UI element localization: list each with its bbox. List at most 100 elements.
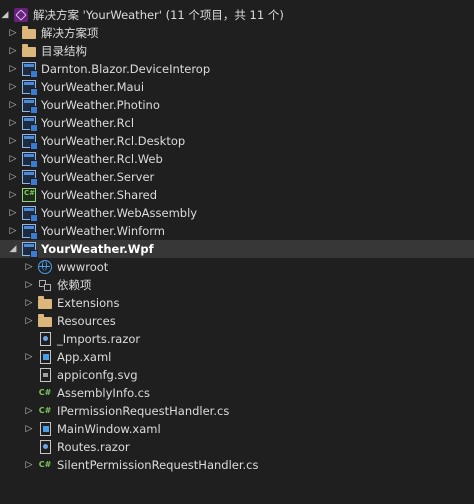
chevron-right-icon[interactable]: ▷: [8, 96, 18, 114]
tree-row-child[interactable]: ▷ Resources: [0, 312, 474, 330]
tree-item-label: YourWeather.WebAssembly: [41, 206, 198, 220]
tree-row-project[interactable]: ▷ YourWeather.Shared: [0, 186, 474, 204]
tree-item-label: YourWeather.Wpf: [41, 242, 154, 256]
tree-item-label: Darnton.Blazor.DeviceInterop: [41, 62, 211, 76]
tree-row-project[interactable]: ▷ Darnton.Blazor.DeviceInterop: [0, 60, 474, 78]
project-icon: [22, 224, 38, 240]
solution-icon: [14, 8, 28, 22]
project-icon: [22, 242, 38, 258]
chevron-right-icon[interactable]: ▷: [24, 294, 34, 312]
project-icon: [22, 152, 38, 168]
tree-row-project[interactable]: ▷ YourWeather.Rcl.Web: [0, 150, 474, 168]
tree-item-label: Routes.razor: [57, 440, 130, 454]
tree-row-child[interactable]: ▷ Routes.razor: [0, 438, 474, 456]
chevron-right-icon[interactable]: ▷: [8, 114, 18, 132]
tree-row-project[interactable]: ▷ YourWeather.Rcl: [0, 114, 474, 132]
project-icon: [22, 206, 38, 222]
chevron-right-icon[interactable]: ▷: [24, 402, 34, 420]
chevron-right-icon[interactable]: ▷: [24, 276, 34, 294]
tree-row-child[interactable]: ▷ IPermissionRequestHandler.cs: [0, 402, 474, 420]
project-icon: [22, 80, 38, 96]
tree-item-label: AssemblyInfo.cs: [57, 386, 150, 400]
tree-item-label: YourWeather.Photino: [41, 98, 160, 112]
tree-row-project[interactable]: ▷ YourWeather.Maui: [0, 78, 474, 96]
project-icon: [22, 98, 38, 114]
folder-icon: [38, 314, 52, 327]
tree-row-child[interactable]: ▷ Extensions: [0, 294, 474, 312]
chevron-right-icon[interactable]: ▷: [8, 204, 18, 222]
folder-icon: [38, 296, 52, 309]
chevron-right-icon[interactable]: ▷: [8, 150, 18, 168]
svg-file-icon: [40, 368, 51, 382]
chevron-right-icon[interactable]: ▷: [8, 24, 18, 42]
dependencies-icon: [38, 278, 52, 292]
chevron-right-icon[interactable]: ▷: [24, 312, 34, 330]
tree-item-label: 解决方案项: [41, 26, 99, 40]
tree-item-label: 目录结构: [41, 44, 87, 58]
chevron-right-icon[interactable]: ▷: [8, 132, 18, 150]
tree-item-label: Resources: [57, 314, 116, 328]
shared-project-icon: [22, 188, 36, 202]
chevron-right-icon[interactable]: ▷: [8, 60, 18, 78]
tree-item-label: 依赖项: [57, 278, 92, 292]
globe-icon: [38, 260, 52, 274]
tree-item-label: App.xaml: [57, 350, 112, 364]
chevron-right-icon[interactable]: ▷: [8, 222, 18, 240]
solution-explorer-tree: ◢ 解决方案 'YourWeather' (11 个项目，共 11 个) ▷ 解…: [0, 0, 474, 504]
tree-row-solution[interactable]: ◢ 解决方案 'YourWeather' (11 个项目，共 11 个): [0, 6, 474, 24]
tree-row-child[interactable]: ▷ MainWindow.xaml: [0, 420, 474, 438]
tree-row-child[interactable]: ▷ _Imports.razor: [0, 330, 474, 348]
csharp-file-icon: [38, 386, 52, 400]
tree-item-label: MainWindow.xaml: [57, 422, 161, 436]
project-icon: [22, 116, 38, 132]
tree-row-project[interactable]: ▷ YourWeather.WebAssembly: [0, 204, 474, 222]
chevron-right-icon[interactable]: ▷: [24, 348, 34, 366]
chevron-right-icon[interactable]: ▷: [8, 78, 18, 96]
xaml-file-icon: [40, 422, 51, 436]
tree-row-project[interactable]: ▷ YourWeather.Winform: [0, 222, 474, 240]
tree-item-label: YourWeather.Maui: [41, 80, 145, 94]
chevron-right-icon[interactable]: ▷: [8, 168, 18, 186]
project-icon: [22, 134, 38, 150]
tree-item-label: wwwroot: [57, 260, 109, 274]
tree-item-label: Extensions: [57, 296, 120, 310]
tree-row-child[interactable]: ▷ SilentPermissionRequestHandler.cs: [0, 456, 474, 474]
chevron-right-icon[interactable]: ▷: [24, 420, 34, 438]
chevron-down-icon[interactable]: ◢: [0, 6, 10, 24]
solution-label: 解决方案 'YourWeather' (11 个项目，共 11 个): [33, 8, 284, 22]
chevron-right-icon[interactable]: ▷: [24, 258, 34, 276]
razor-file-icon: [40, 332, 51, 346]
chevron-down-icon[interactable]: ◢: [8, 240, 18, 258]
tree-item-label: YourWeather.Rcl: [41, 116, 135, 130]
tree-row-directory[interactable]: ▷ 目录结构: [0, 42, 474, 60]
tree-row-child[interactable]: ▷ AssemblyInfo.cs: [0, 384, 474, 402]
tree-item-label: YourWeather.Rcl.Web: [41, 152, 163, 166]
tree-row-child[interactable]: ▷ 依赖项: [0, 276, 474, 294]
project-icon: [22, 170, 38, 186]
project-icon: [22, 62, 38, 78]
chevron-right-icon[interactable]: ▷: [8, 186, 18, 204]
tree-item-label: _Imports.razor: [57, 332, 141, 346]
tree-row-project-selected[interactable]: ◢ YourWeather.Wpf: [0, 240, 474, 258]
tree-row-project[interactable]: ▷ YourWeather.Photino: [0, 96, 474, 114]
tree-item-label: YourWeather.Winform: [41, 224, 165, 238]
csharp-file-icon: [38, 404, 52, 418]
csharp-file-icon: [38, 458, 52, 472]
tree-item-label: YourWeather.Shared: [41, 188, 158, 202]
tree-item-label: appiconfg.svg: [57, 368, 138, 382]
folder-icon: [22, 44, 36, 57]
tree-item-label: YourWeather.Server: [41, 170, 155, 184]
razor-file-icon: [40, 440, 51, 454]
tree-row-project[interactable]: ▷ YourWeather.Server: [0, 168, 474, 186]
tree-row-child[interactable]: ▷ App.xaml: [0, 348, 474, 366]
tree-item-label: YourWeather.Rcl.Desktop: [41, 134, 186, 148]
tree-row-project[interactable]: ▷ YourWeather.Rcl.Desktop: [0, 132, 474, 150]
tree-item-label: SilentPermissionRequestHandler.cs: [57, 458, 259, 472]
tree-row-solution-items[interactable]: ▷ 解决方案项: [0, 24, 474, 42]
folder-icon: [22, 26, 36, 39]
xaml-file-icon: [40, 350, 51, 364]
chevron-right-icon[interactable]: ▷: [8, 42, 18, 60]
tree-row-child[interactable]: ▷ appiconfg.svg: [0, 366, 474, 384]
chevron-right-icon[interactable]: ▷: [24, 456, 34, 474]
tree-row-child[interactable]: ▷ wwwroot: [0, 258, 474, 276]
